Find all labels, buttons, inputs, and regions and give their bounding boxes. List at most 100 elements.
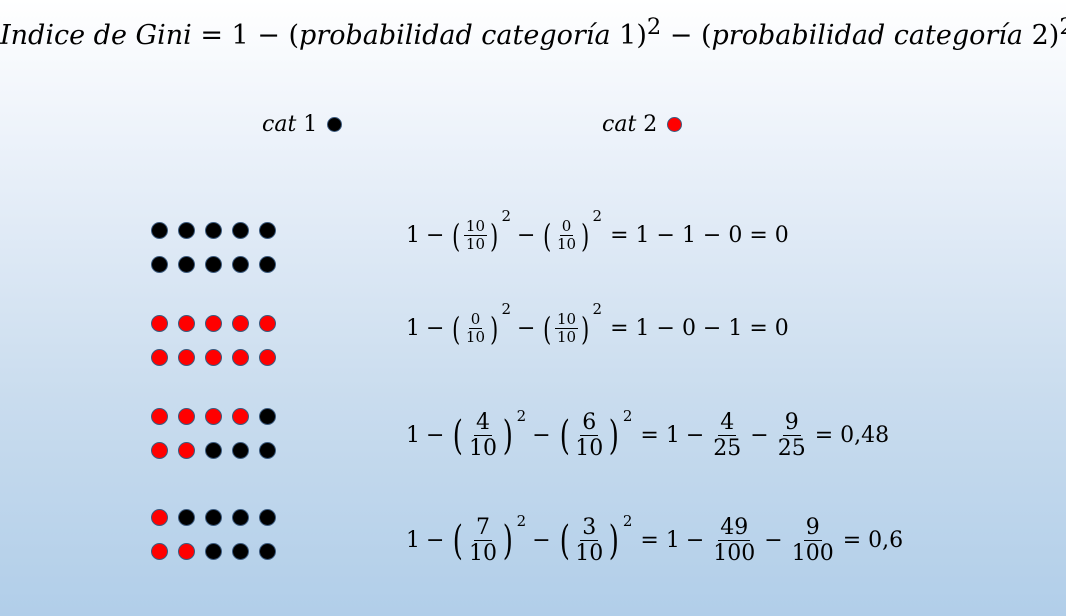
- dot-row: [151, 408, 281, 425]
- eq-result: = 1 − 0 − 1 = 0: [610, 316, 789, 342]
- dot-grid-2: [151, 315, 281, 383]
- formula-title: Indice de Gini = 1 − (probabilidad categ…: [0, 14, 1066, 51]
- frac-num: 0: [468, 310, 483, 330]
- red-dot-icon: [178, 408, 195, 425]
- eq-one: 1: [406, 223, 420, 249]
- red-dot-icon: [151, 442, 168, 459]
- red-dot-icon: [151, 543, 168, 560]
- red-dot-icon: [259, 315, 276, 332]
- red-dot-icon: [205, 408, 222, 425]
- frac-num: 7: [474, 515, 493, 542]
- exponent: 2: [501, 299, 512, 318]
- rparen: ): [490, 216, 499, 255]
- frac-den: 25: [777, 436, 806, 462]
- exponent: 2: [592, 206, 603, 225]
- rparen: ): [608, 517, 620, 564]
- frac-num: 10: [554, 310, 579, 330]
- red-dot-icon: [178, 349, 195, 366]
- lparen: (: [453, 412, 464, 459]
- lparen: (: [559, 412, 570, 459]
- black-dot-icon: [151, 256, 168, 273]
- dot-grid-1: [151, 222, 281, 290]
- title-term-2: probabilidad categoría: [711, 20, 1024, 51]
- black-dot-icon: [178, 509, 195, 526]
- black-dot-icon: [327, 117, 343, 132]
- frac-den: 10: [575, 436, 604, 462]
- title-num-1: 1): [619, 20, 647, 51]
- frac-num: 4: [718, 410, 737, 437]
- frac-num: 9: [803, 515, 822, 542]
- black-dot-icon: [205, 222, 222, 239]
- fraction-r1: 4 25: [711, 410, 743, 462]
- red-dot-icon: [151, 315, 168, 332]
- red-dot-icon: [205, 315, 222, 332]
- frac-num: 9: [782, 410, 801, 437]
- equation-4: 1− ( 7 10 ) 2 − ( 3 10 ) 2 = 1− 49 100 − 9 100…: [406, 511, 903, 567]
- red-dot-icon: [232, 408, 249, 425]
- frac-num: 4: [474, 410, 493, 437]
- red-dot-icon: [232, 349, 249, 366]
- red-dot-icon: [151, 408, 168, 425]
- eq-minus: −: [426, 528, 445, 554]
- rparen: ): [502, 517, 513, 564]
- frac-num: 3: [580, 515, 599, 542]
- black-dot-icon: [232, 442, 249, 459]
- black-dot-icon: [178, 222, 195, 239]
- lparen: (: [452, 216, 461, 255]
- fraction-p1: 7 10: [467, 515, 499, 567]
- red-dot-icon: [259, 349, 276, 366]
- lparen: (: [543, 216, 552, 255]
- frac-den: 10: [469, 436, 498, 462]
- black-dot-icon: [259, 509, 276, 526]
- black-dot-icon: [205, 543, 222, 560]
- red-dot-icon: [178, 315, 195, 332]
- dot-row: [151, 543, 281, 560]
- legend-label: cat: [602, 112, 637, 137]
- red-dot-icon: [151, 509, 168, 526]
- frac-num: 49: [718, 515, 751, 542]
- eq-minus: −: [517, 223, 536, 249]
- fraction-r2: 9 25: [776, 410, 808, 462]
- title-term-1: probabilidad categoría: [299, 20, 611, 51]
- dot-row: [151, 442, 281, 459]
- rparen: ): [581, 216, 590, 255]
- black-dot-icon: [151, 222, 168, 239]
- fraction-p1: 0 10: [464, 310, 487, 347]
- exponent: 2: [622, 511, 633, 530]
- frac-den: 10: [556, 328, 577, 347]
- frac-num: 6: [580, 410, 599, 437]
- equation-2: 1− ( 0 10 ) 2 − ( 10 10 ) 2 = 1 − 0 − 1 = 0: [406, 300, 789, 348]
- fraction-r1: 49 100: [711, 515, 757, 567]
- fraction-r2: 9 100: [790, 515, 836, 567]
- legend-number: 2: [643, 112, 658, 137]
- lparen: (: [453, 517, 464, 564]
- black-dot-icon: [232, 256, 249, 273]
- red-dot-icon: [667, 117, 683, 132]
- black-dot-icon: [205, 256, 222, 273]
- eq-minus: −: [426, 423, 445, 449]
- equation-3: 1− ( 4 10 ) 2 − ( 6 10 ) 2 = 1− 4 25 − 9 25 = …: [406, 407, 889, 462]
- eq-minus: −: [750, 423, 769, 449]
- black-dot-icon: [232, 222, 249, 239]
- eq-minus: −: [426, 316, 445, 342]
- fraction-p2: 6 10: [573, 410, 605, 462]
- frac-den: 10: [465, 235, 486, 254]
- title-rhs-2: − (: [661, 20, 712, 51]
- fraction-p1: 10 10: [463, 217, 488, 254]
- frac-den: 10: [556, 235, 577, 254]
- eq-equals-one: = 1: [640, 528, 680, 554]
- frac-den: 10: [575, 541, 604, 567]
- eq-minus: −: [764, 528, 783, 554]
- eq-minus: −: [685, 528, 705, 554]
- exponent: 2: [516, 511, 527, 530]
- legend-number: 1: [303, 112, 318, 137]
- eq-result: = 1 − 1 − 0 = 0: [610, 223, 789, 249]
- eq-one: 1: [406, 423, 420, 449]
- lparen: (: [452, 309, 461, 348]
- black-dot-icon: [178, 256, 195, 273]
- legend-cat-1: cat 1: [262, 112, 343, 137]
- eq-equals-one: = 1: [640, 423, 680, 449]
- legend-cat-2: cat 2: [602, 112, 683, 137]
- black-dot-icon: [259, 408, 276, 425]
- lparen: (: [543, 309, 552, 348]
